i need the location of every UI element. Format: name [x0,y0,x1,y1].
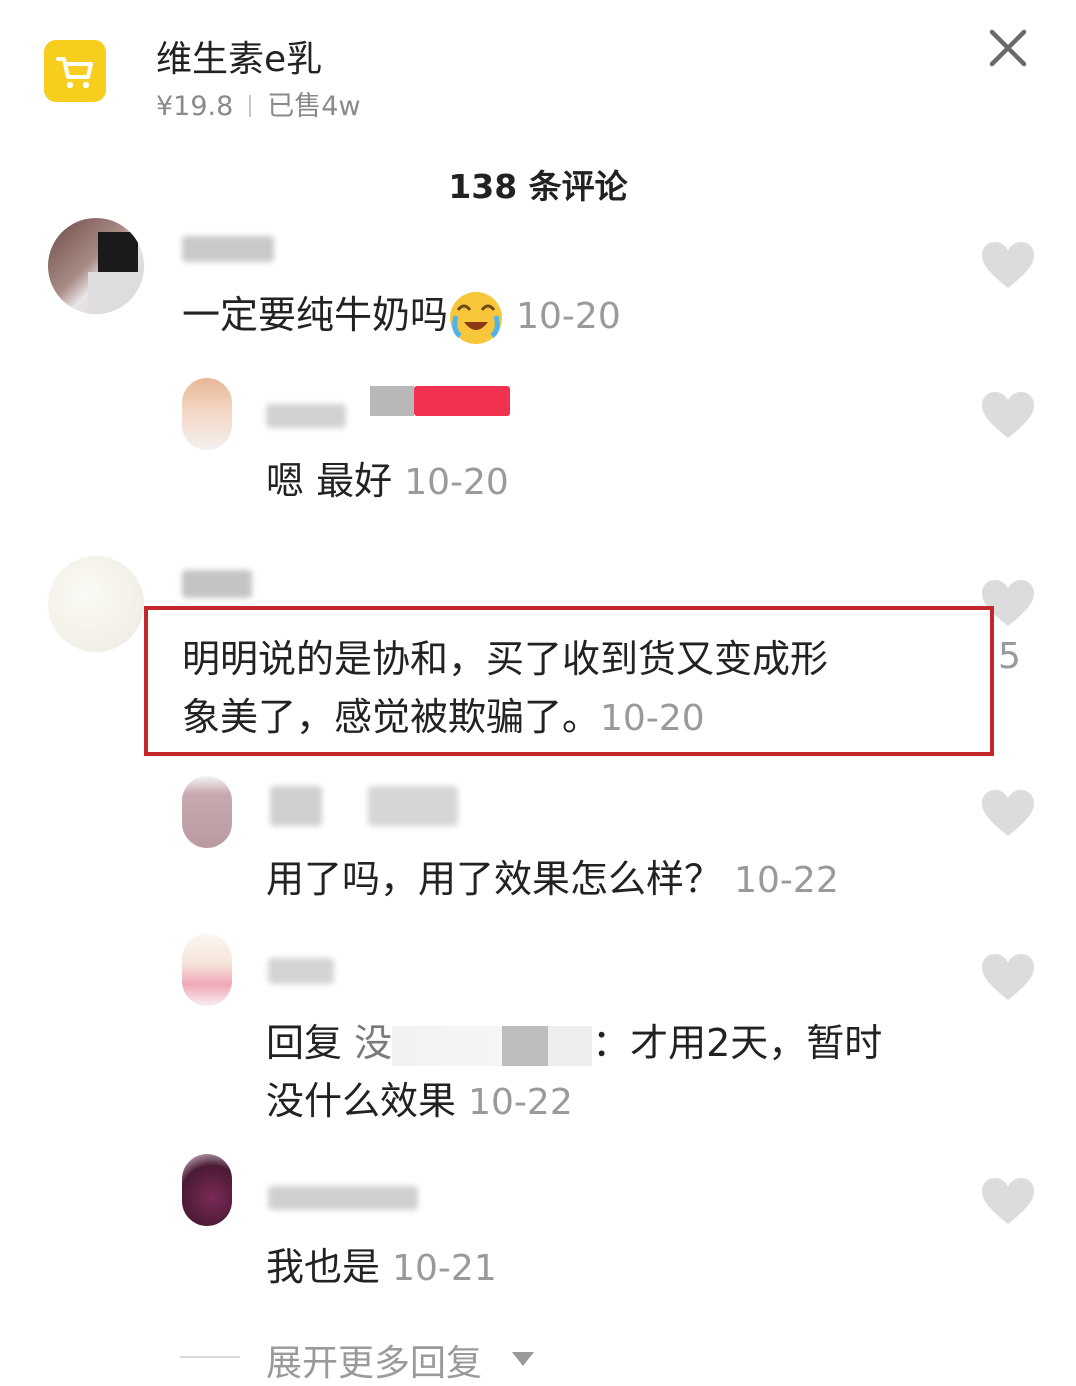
product-sold: 已售4w [267,91,361,122]
username-blurred[interactable] [370,386,414,416]
username-blurred[interactable] [414,386,510,416]
username-blurred[interactable] [270,786,322,826]
username-blurred[interactable] [182,570,252,598]
comment-count-title: 138 条评论 [448,167,628,206]
product-meta: ¥19.8 已售4w [156,84,361,123]
comment-time: 10-22 [468,1082,573,1123]
comment-body: 我也是 10-21 [266,1245,497,1289]
expand-replies-link[interactable]: 展开更多回复 [266,1334,482,1386]
username-blurred[interactable] [368,786,458,826]
comment-time: 10-22 [734,860,839,901]
heart-icon[interactable] [980,240,1036,290]
comment-time: 10-21 [392,1248,497,1289]
comment-time: 10-20 [516,296,621,337]
username-blurred[interactable] [392,1025,593,1066]
comment-body: 一定要纯牛奶吗 10-20 [182,286,621,346]
caret-down-icon[interactable] [512,1352,534,1366]
comment-time: 10-20 [404,462,509,503]
comment-body-line1: 明明说的是协和，买了收到货又变成形 [182,637,829,681]
divider-line [180,1356,240,1358]
comment-body-line1: 回复 没：才用2天，暂时 [266,1021,883,1066]
comment-body-line2: 象美了，感觉被欺骗了。10-20 [182,695,705,739]
avatar[interactable] [182,378,232,450]
comment-time: 10-20 [600,698,705,739]
avatar[interactable] [48,556,144,652]
avatar[interactable] [182,934,232,1006]
username-blurred[interactable] [268,1186,418,1210]
product-name[interactable]: 维生素e乳 [156,30,322,82]
comment-body-line2: 没什么效果 10-22 [266,1079,573,1123]
username-blurred[interactable] [182,236,274,262]
avatar[interactable] [182,1154,232,1226]
heart-icon[interactable] [980,390,1036,440]
close-icon[interactable] [986,26,1030,70]
heart-icon[interactable] [980,788,1036,838]
comment-body: 嗯 最好 10-20 [266,459,509,503]
username-blurred[interactable] [268,958,334,984]
shopping-cart-icon[interactable] [44,40,106,102]
avatar[interactable] [48,218,144,314]
meta-divider [249,95,252,117]
like-count: 5 [998,636,1021,677]
heart-icon[interactable] [980,952,1036,1002]
username-blurred[interactable] [266,404,346,428]
crying-laughing-emoji [448,290,504,346]
comment-body: 用了吗，用了效果怎么样？ 10-22 [266,857,839,901]
product-price: ¥19.8 [156,91,234,122]
avatar[interactable] [182,776,232,848]
highlight-box: 明明说的是协和，买了收到货又变成形 象美了，感觉被欺骗了。10-20 [144,606,994,756]
heart-icon[interactable] [980,1176,1036,1226]
